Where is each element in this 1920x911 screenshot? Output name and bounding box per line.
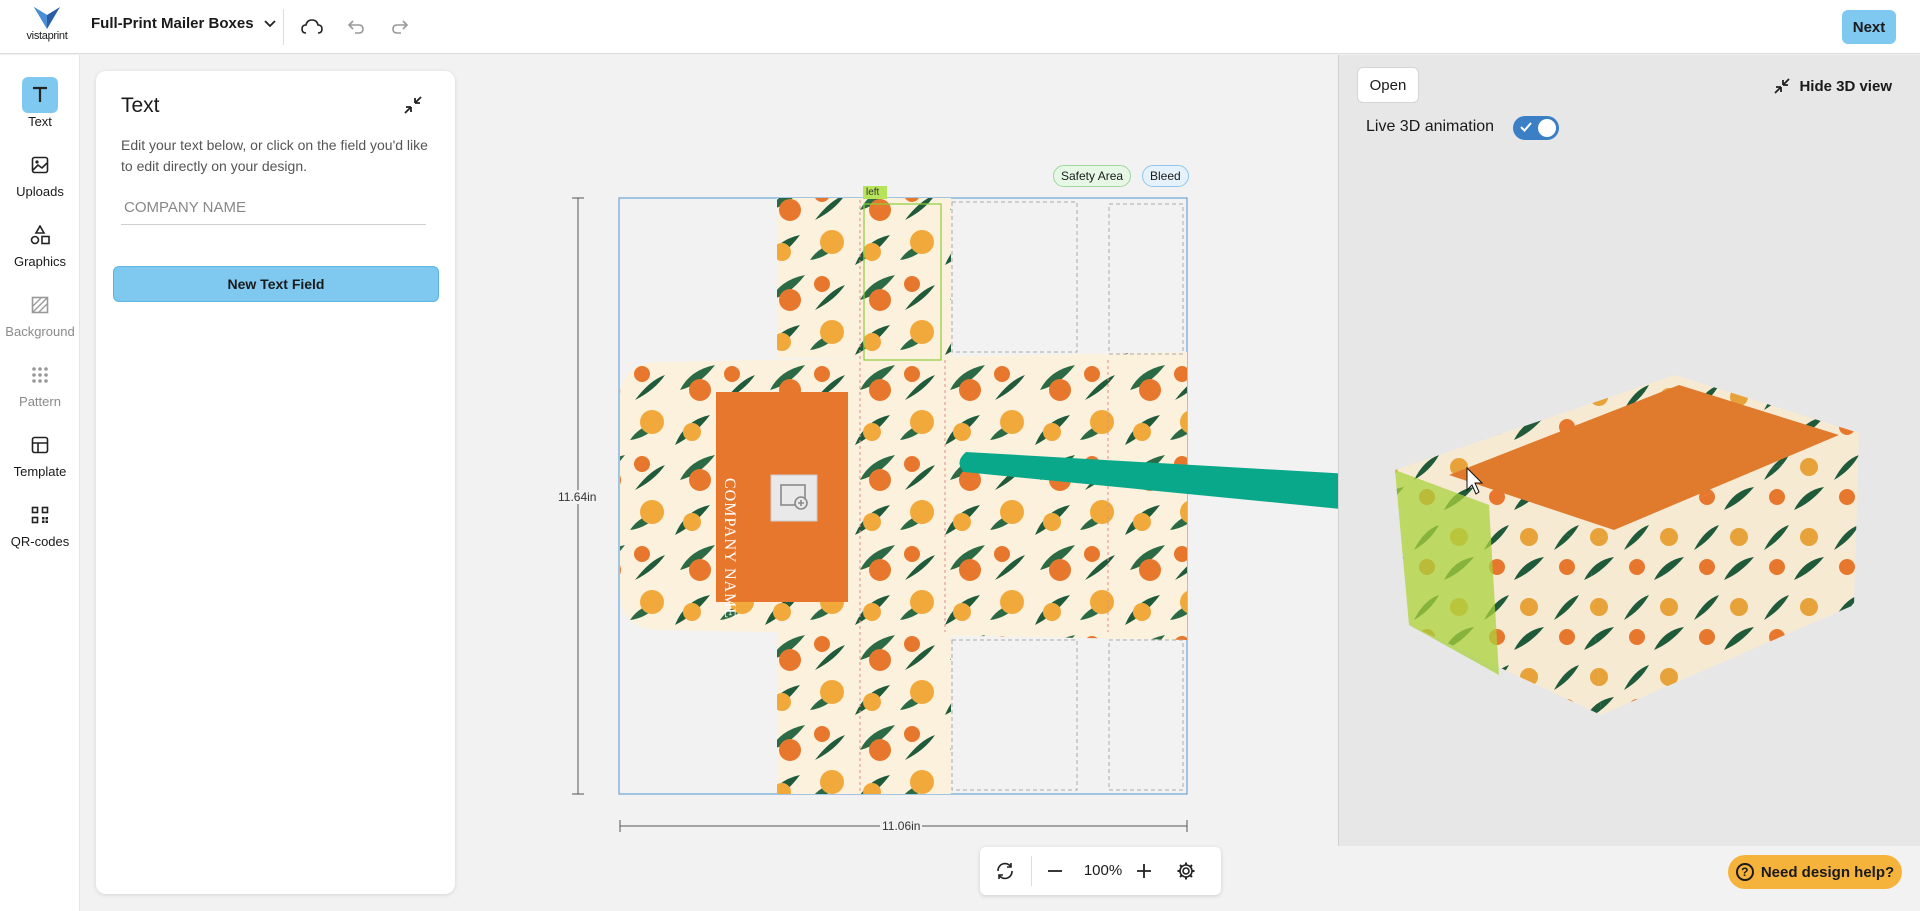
open-button[interactable]: Open <box>1357 67 1419 103</box>
text-icon <box>22 77 58 113</box>
product-title: Full-Print Mailer Boxes <box>91 15 254 32</box>
chevron-down-icon <box>263 19 276 27</box>
toggle-knob <box>1538 119 1556 137</box>
next-button[interactable]: Next <box>1842 10 1896 44</box>
new-text-field-button[interactable]: New Text Field <box>113 266 439 302</box>
3d-box-render <box>1395 375 1859 715</box>
top-flap <box>777 198 951 358</box>
panel-title: Text <box>121 94 160 117</box>
check-icon <box>1520 122 1532 132</box>
template-icon <box>22 427 58 463</box>
save-cloud-icon[interactable] <box>299 14 325 40</box>
live-animation-label: Live 3D animation <box>1366 118 1495 135</box>
panel-description: Edit your text below, or click on the fi… <box>121 137 428 174</box>
bleed-outline <box>618 197 1188 795</box>
bleed-badge[interactable]: Bleed <box>1142 165 1189 187</box>
qr-code-icon <box>22 497 58 533</box>
undo-icon[interactable] <box>343 14 369 40</box>
settings-gear-icon[interactable] <box>1173 859 1199 883</box>
rail-label: Graphics <box>13 254 67 269</box>
width-dimension: 11.06in <box>880 819 923 833</box>
rail-item-template[interactable]: Template <box>0 427 80 485</box>
rail-item-graphics[interactable]: Graphics <box>0 217 80 275</box>
rotate-view-icon[interactable] <box>992 859 1018 883</box>
middle-panel <box>620 352 1187 640</box>
rail-label: QR-codes <box>10 534 70 549</box>
zoom-divider <box>1031 856 1032 886</box>
header-divider <box>283 9 284 45</box>
image-placeholder <box>770 474 818 522</box>
hide-3d-view-button[interactable]: Hide 3D view <box>1773 77 1892 95</box>
company-name-text[interactable]: COMPANY NAME <box>720 478 738 619</box>
rail-item-qr-codes[interactable]: QR-codes <box>0 497 80 555</box>
rail-item-pattern[interactable]: Pattern <box>0 357 80 415</box>
vistaprint-logo[interactable]: vistaprint <box>22 7 72 47</box>
zoom-in-icon[interactable] <box>1131 859 1157 883</box>
rail-label: Template <box>13 464 67 479</box>
product-title-dropdown[interactable]: Full-Print Mailer Boxes <box>91 15 276 32</box>
company-name-input[interactable] <box>121 191 426 225</box>
rail-label: Text <box>28 114 52 129</box>
redo-icon[interactable] <box>387 14 413 40</box>
pattern-icon <box>22 357 58 393</box>
zoom-out-icon[interactable] <box>1042 859 1068 883</box>
safety-area-badge[interactable]: Safety Area <box>1053 165 1132 187</box>
rail-item-uploads[interactable]: Uploads <box>0 147 80 205</box>
help-question-icon: ? <box>1735 863 1754 881</box>
rail-item-text[interactable]: Text <box>0 77 80 135</box>
zoom-level[interactable]: 100% <box>1078 862 1128 879</box>
3d-view-panel: Open Hide 3D view Live 3D animation <box>1338 55 1920 846</box>
rail-label: Pattern <box>19 394 61 409</box>
rail-label: Uploads <box>16 184 64 199</box>
rail-label: Background <box>5 324 75 339</box>
logo-text: vistaprint <box>26 30 68 42</box>
left-panel-highlight <box>863 203 942 361</box>
tool-rail: Text Uploads Graphics Background Pattern… <box>0 55 80 911</box>
text-panel: Text Edit your text below, or click on t… <box>96 71 455 894</box>
panel-tag: left <box>866 187 880 198</box>
rail-item-background[interactable]: Background <box>0 287 80 345</box>
help-label: Need design help? <box>1760 863 1895 881</box>
live-animation-toggle[interactable] <box>1513 116 1559 140</box>
background-icon <box>22 287 58 323</box>
height-dimension: 11.64in <box>556 490 599 504</box>
need-design-help-button[interactable]: ? Need design help? <box>1728 855 1902 889</box>
vistaprint-logo-icon <box>34 7 60 29</box>
hide-3d-label: Hide 3D view <box>1799 77 1892 95</box>
zoom-controls: 100% <box>980 847 1221 895</box>
top-bar: vistaprint Full-Print Mailer Boxes Next <box>0 0 1920 54</box>
collapse-icon <box>1774 78 1791 94</box>
image-icon <box>22 147 58 183</box>
shapes-icon <box>22 217 58 253</box>
collapse-panel-icon[interactable] <box>403 95 425 117</box>
bottom-flap <box>777 632 951 794</box>
